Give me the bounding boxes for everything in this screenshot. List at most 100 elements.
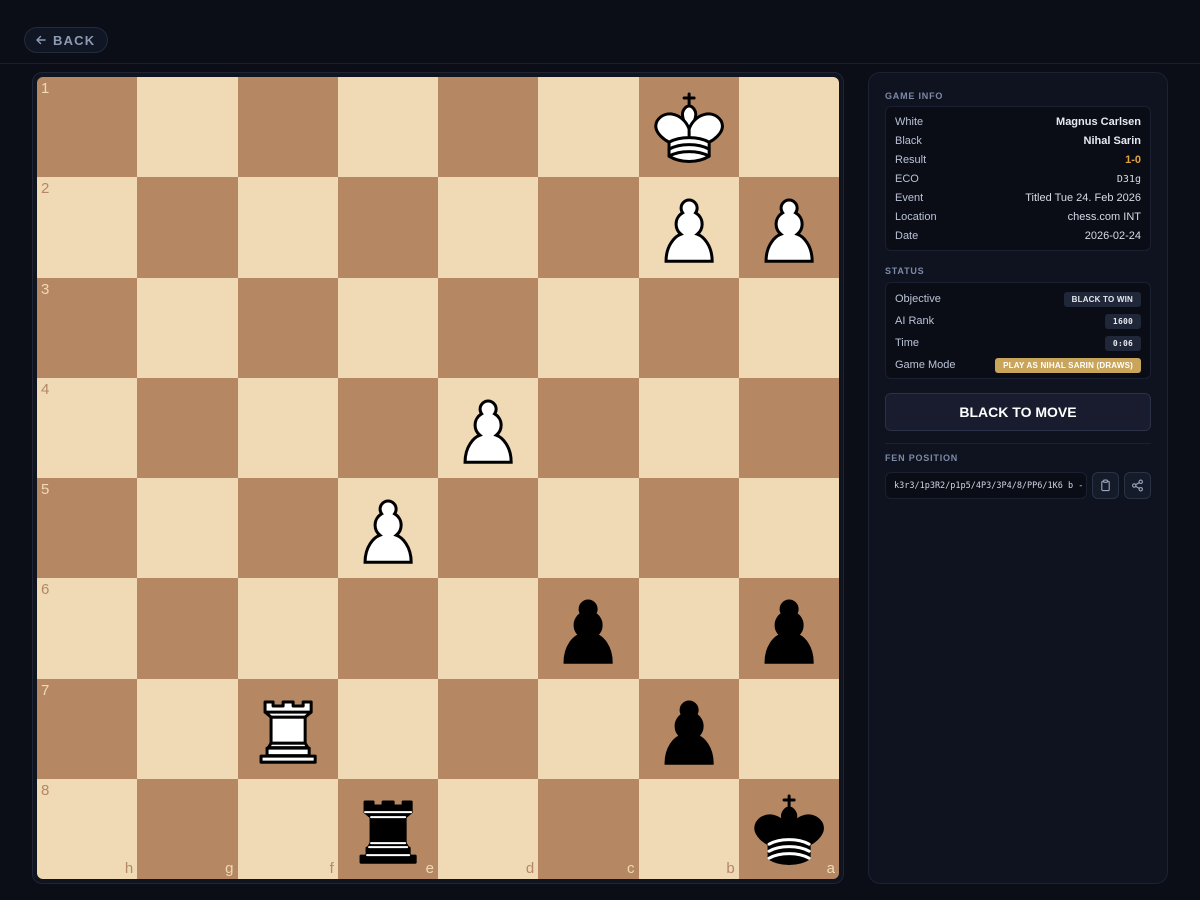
square-b6[interactable] (638, 578, 739, 679)
share-fen-button[interactable] (1124, 472, 1151, 499)
chess-board[interactable]: 1 2 345678h gfe dcba (37, 77, 839, 879)
square-d1[interactable] (438, 77, 539, 178)
square-b5[interactable] (638, 478, 739, 579)
square-b7[interactable] (638, 678, 739, 779)
square-g2[interactable] (137, 177, 238, 278)
square-a5[interactable] (738, 478, 839, 579)
square-c1[interactable] (538, 77, 639, 178)
square-e8[interactable]: e (337, 778, 438, 879)
square-d3[interactable] (438, 277, 539, 378)
row-value: Titled Tue 24. Feb 2026 (1025, 192, 1141, 204)
file-label: d (525, 860, 535, 877)
square-e1[interactable] (337, 77, 438, 178)
info-row: White Magnus Carlsen (895, 114, 1141, 130)
square-b1[interactable] (638, 77, 739, 178)
square-c6[interactable] (538, 578, 639, 679)
square-b3[interactable] (638, 277, 739, 378)
square-d5[interactable] (438, 478, 539, 579)
white-pawn-icon[interactable] (438, 378, 538, 478)
row-key: Result (895, 154, 927, 166)
square-g1[interactable] (137, 77, 238, 178)
square-f8[interactable]: f (237, 778, 338, 879)
square-c5[interactable] (538, 478, 639, 579)
square-f1[interactable] (237, 77, 338, 178)
square-h5[interactable]: 5 (37, 478, 138, 579)
square-h2[interactable]: 2 (37, 177, 138, 278)
square-e7[interactable] (337, 678, 438, 779)
square-e6[interactable] (337, 578, 438, 679)
square-h3[interactable]: 3 (37, 277, 138, 378)
black-pawn-icon[interactable] (739, 578, 839, 678)
square-a7[interactable] (738, 678, 839, 779)
square-g6[interactable] (137, 578, 238, 679)
square-c3[interactable] (538, 277, 639, 378)
square-b2[interactable] (638, 177, 739, 278)
row-key: White (895, 116, 924, 128)
square-f2[interactable] (237, 177, 338, 278)
black-to-move-button[interactable]: BLACK TO MOVE (885, 393, 1151, 431)
square-d6[interactable] (438, 578, 539, 679)
square-c4[interactable] (538, 377, 639, 478)
white-pawn-icon[interactable] (639, 177, 739, 277)
square-b4[interactable] (638, 377, 739, 478)
clipboard-icon (1101, 479, 1110, 492)
square-h7[interactable]: 7 (37, 678, 138, 779)
square-f7[interactable] (237, 678, 338, 779)
white-pawn-icon[interactable] (338, 478, 438, 578)
square-a2[interactable] (738, 177, 839, 278)
square-g7[interactable] (137, 678, 238, 779)
fen-field[interactable]: k3r3/1p3R2/p1p5/4P3/3P4/8/PP6/1K6 b - (885, 472, 1087, 499)
square-h4[interactable]: 4 (37, 377, 138, 478)
square-a4[interactable] (738, 377, 839, 478)
back-button[interactable]: BACK (24, 27, 109, 53)
square-c2[interactable] (538, 177, 639, 278)
black-pawn-icon[interactable] (538, 578, 638, 678)
row-value: Nihal Sarin (1083, 135, 1141, 147)
square-c8[interactable]: c (538, 778, 639, 879)
square-e2[interactable] (337, 177, 438, 278)
square-h6[interactable]: 6 (37, 578, 138, 679)
square-b8[interactable]: b (638, 778, 739, 879)
square-a8[interactable]: a (738, 778, 839, 879)
square-f3[interactable] (237, 277, 338, 378)
square-f6[interactable] (237, 578, 338, 679)
square-d7[interactable] (438, 678, 539, 779)
copy-fen-button[interactable] (1092, 472, 1119, 499)
row-key: Time (895, 337, 920, 349)
back-label: BACK (53, 32, 96, 48)
game-info-card: White Magnus Carlsen Black Nihal Sarin Resul… (885, 106, 1151, 251)
black-king-icon[interactable] (739, 779, 839, 879)
arrow-left-icon (36, 35, 46, 45)
white-king-icon[interactable] (639, 77, 739, 177)
row-key: Black (895, 135, 922, 147)
square-h8[interactable]: 8h (37, 778, 138, 879)
square-e5[interactable] (337, 478, 438, 579)
square-c7[interactable] (538, 678, 639, 779)
top-bar: BACK (0, 0, 1200, 64)
square-e3[interactable] (337, 277, 438, 378)
white-pawn-icon[interactable] (739, 177, 839, 277)
square-g5[interactable] (137, 478, 238, 579)
white-rook-icon[interactable] (238, 679, 338, 779)
black-rook-icon[interactable] (338, 779, 438, 879)
square-g4[interactable] (137, 377, 238, 478)
square-d2[interactable] (438, 177, 539, 278)
file-label: g (225, 860, 234, 877)
square-a6[interactable] (738, 578, 839, 679)
square-e4[interactable] (337, 377, 438, 478)
square-f5[interactable] (237, 478, 338, 579)
square-h1[interactable]: 1 (37, 77, 138, 178)
fen-title: FEN POSITION (885, 453, 959, 463)
square-a1[interactable] (738, 77, 839, 178)
square-a3[interactable] (738, 277, 839, 378)
square-g3[interactable] (137, 277, 238, 378)
game-info-title: GAME INFO (885, 91, 944, 101)
square-g8[interactable]: g (137, 778, 238, 879)
black-pawn-icon[interactable] (639, 679, 739, 779)
status-badge: PLAY AS NIHAL SARIN (DRAWS) (995, 357, 1141, 373)
square-d4[interactable] (438, 377, 539, 478)
square-f4[interactable] (237, 377, 338, 478)
square-d8[interactable]: d (438, 778, 539, 879)
rank-label: 2 (41, 180, 50, 198)
info-row: Location chess.com INT (895, 209, 1141, 225)
